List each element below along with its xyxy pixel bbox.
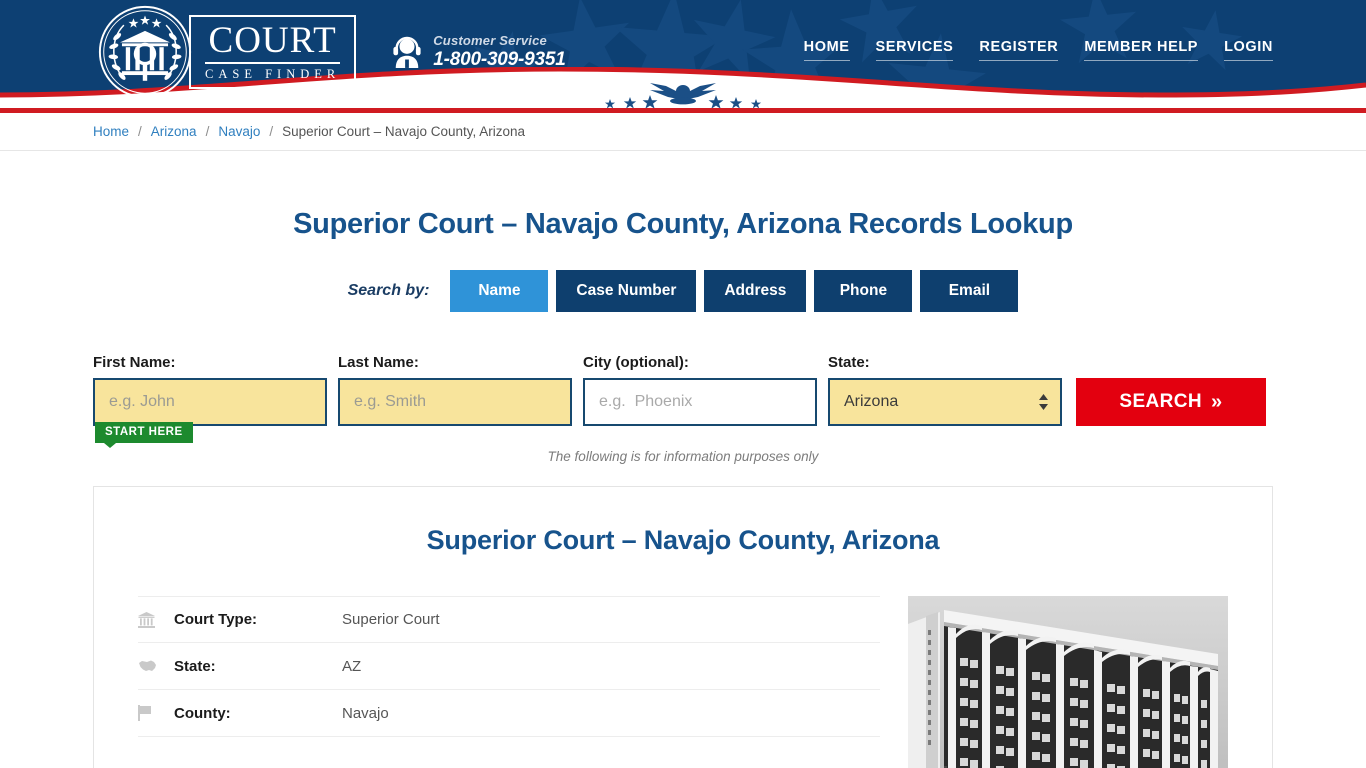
breadcrumb-item-current: Superior Court – Navajo County, Arizona bbox=[282, 124, 525, 139]
tab-case-number[interactable]: Case Number bbox=[556, 270, 697, 312]
table-row: Court Type: Superior Court bbox=[138, 596, 880, 643]
field-state: State: Arizona bbox=[828, 354, 1062, 426]
us-map-icon bbox=[138, 659, 174, 673]
breadcrumb-separator: / bbox=[205, 124, 210, 139]
field-city: City (optional): bbox=[583, 354, 817, 426]
detail-value-court-type: Superior Court bbox=[342, 611, 440, 628]
detail-label-court-type: Court Type: bbox=[174, 611, 258, 628]
nav-item-login[interactable]: LOGIN bbox=[1224, 39, 1273, 61]
field-first-name: First Name: bbox=[93, 354, 327, 426]
main-navigation: HOME SERVICES REGISTER MEMBER HELP LOGIN bbox=[803, 39, 1273, 65]
field-last-name: Last Name: bbox=[338, 354, 572, 426]
state-select[interactable]: Arizona bbox=[828, 378, 1062, 426]
breadcrumb-separator: / bbox=[138, 124, 142, 139]
city-input[interactable] bbox=[583, 378, 817, 426]
breadcrumb-item-navajo[interactable]: Navajo bbox=[218, 124, 260, 139]
nav-item-home[interactable]: HOME bbox=[803, 39, 850, 61]
search-button[interactable]: SEARCH » bbox=[1076, 378, 1266, 426]
tab-email[interactable]: Email bbox=[920, 270, 1019, 312]
double-chevron-right-icon: » bbox=[1211, 391, 1223, 413]
detail-value-state: AZ bbox=[342, 657, 362, 675]
records-search-form: First Name: Last Name: City (optional): … bbox=[93, 354, 1273, 426]
breadcrumb-item-arizona[interactable]: Arizona bbox=[151, 124, 197, 139]
breadcrumb: Home / Arizona / Navajo / Superior Court… bbox=[93, 124, 1273, 139]
state-label: State: bbox=[828, 354, 870, 371]
breadcrumb-separator: / bbox=[269, 124, 274, 139]
main-content: Superior Court – Navajo County, Arizona … bbox=[93, 208, 1273, 768]
logo-word-main: COURT bbox=[208, 19, 337, 61]
first-name-label: First Name: bbox=[93, 354, 176, 371]
tab-phone[interactable]: Phone bbox=[814, 270, 913, 312]
table-row: County: Navajo bbox=[138, 690, 880, 737]
logo-divider bbox=[205, 61, 341, 64]
first-name-input[interactable] bbox=[93, 378, 327, 426]
headset-support-icon bbox=[393, 36, 421, 68]
courthouse-building-photo bbox=[908, 596, 1228, 768]
header-red-rule bbox=[0, 108, 1366, 113]
page-title: Superior Court – Navajo County, Arizona … bbox=[293, 208, 1073, 240]
court-detail-list: Court Type: Superior Court State: AZ Cou… bbox=[138, 596, 880, 768]
tab-address[interactable]: Address bbox=[704, 270, 807, 312]
detail-label-county: County: bbox=[174, 704, 231, 722]
last-name-label: Last Name: bbox=[338, 354, 419, 371]
search-by-tabs: Search by: Name Case Number Address Phon… bbox=[93, 270, 1273, 312]
tab-name[interactable]: Name bbox=[450, 270, 549, 312]
bank-icon bbox=[138, 611, 174, 628]
breadcrumb-bar: Home / Arizona / Navajo / Superior Court… bbox=[0, 113, 1366, 151]
last-name-input[interactable] bbox=[338, 378, 572, 426]
site-header: COURT CASE FINDER Customer Service 1-800… bbox=[0, 0, 1366, 113]
disclaimer-text: The following is for information purpose… bbox=[547, 449, 819, 464]
detail-value-county: Navajo bbox=[342, 704, 389, 722]
search-by-label: Search by: bbox=[347, 282, 430, 299]
card-title: Superior Court – Navajo County, Arizona bbox=[426, 525, 940, 555]
nav-item-member-help[interactable]: MEMBER HELP bbox=[1084, 39, 1199, 61]
header-eagle-emblem bbox=[604, 83, 762, 109]
court-info-card: Superior Court – Navajo County, Arizona bbox=[93, 486, 1273, 768]
nav-item-register[interactable]: REGISTER bbox=[979, 39, 1059, 61]
city-label: City (optional): bbox=[583, 354, 689, 371]
table-row: State: AZ bbox=[138, 643, 880, 690]
customer-service-label: Customer Service bbox=[433, 33, 547, 49]
customer-service-block[interactable]: Customer Service 1-800-309-9351 bbox=[392, 33, 566, 70]
search-button-label: SEARCH bbox=[1119, 391, 1203, 412]
breadcrumb-item-home[interactable]: Home bbox=[93, 124, 129, 139]
state-select-wrap: Arizona bbox=[828, 378, 1062, 426]
nav-item-services[interactable]: SERVICES bbox=[875, 39, 954, 61]
flag-icon bbox=[138, 705, 174, 721]
card-body: Court Type: Superior Court State: AZ Cou… bbox=[138, 596, 1228, 768]
start-here-badge: START HERE bbox=[95, 422, 193, 448]
detail-label-state: State: bbox=[174, 657, 216, 675]
